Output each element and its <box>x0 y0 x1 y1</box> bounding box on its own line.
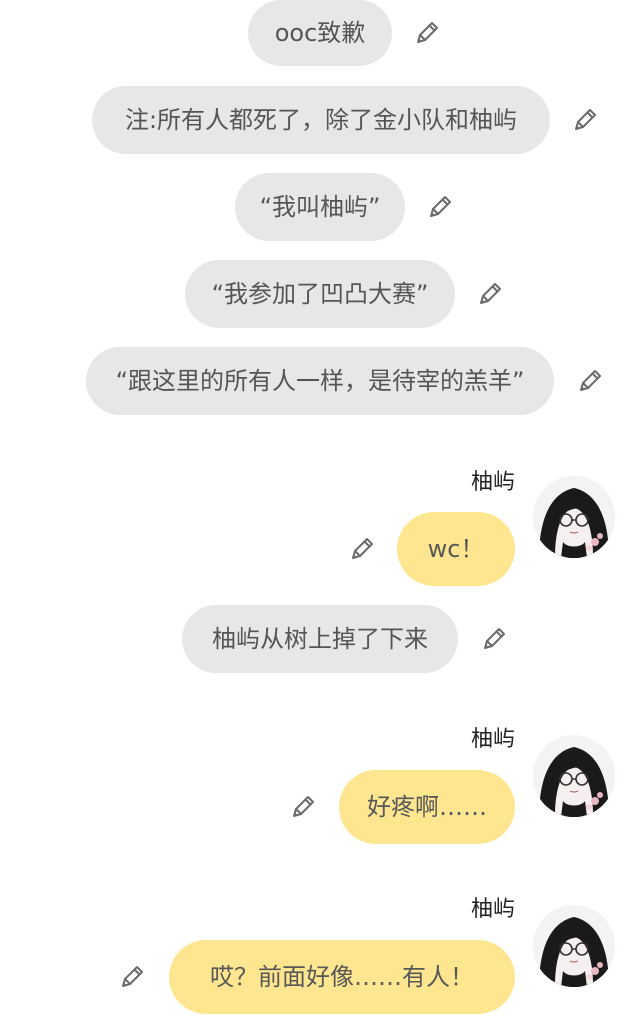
narration-bubble: “我叫柚屿” <box>235 173 405 241</box>
character-avatar[interactable] <box>533 735 615 817</box>
pencil-icon[interactable] <box>571 106 599 134</box>
pencil-icon[interactable] <box>426 193 454 221</box>
pencil-icon[interactable] <box>348 535 376 563</box>
narration-bubble: 柚屿从树上掉了下来 <box>182 605 458 673</box>
character-avatar[interactable] <box>533 476 615 558</box>
pencil-icon[interactable] <box>480 625 508 653</box>
narration-bubble: “跟这里的所有人一样，是待宰的羔羊” <box>86 347 554 415</box>
pencil-icon[interactable] <box>476 280 504 308</box>
speaker-name: 柚屿 <box>470 470 515 495</box>
narration-bubble: “我参加了凹凸大赛” <box>185 260 455 328</box>
speaker-name: 柚屿 <box>470 897 515 922</box>
pencil-icon[interactable] <box>413 19 441 47</box>
pencil-icon[interactable] <box>289 793 317 821</box>
narration-bubble: 注:所有人都死了，除了金小队和柚屿 <box>92 86 550 154</box>
speech-bubble: wc！ <box>397 512 515 586</box>
narration-bubble: ooc致歉 <box>248 0 392 66</box>
pencil-icon[interactable] <box>576 367 604 395</box>
character-avatar[interactable] <box>533 905 615 987</box>
speech-bubble: 好疼啊…… <box>339 770 515 844</box>
speaker-name: 柚屿 <box>470 727 515 752</box>
pencil-icon[interactable] <box>118 963 146 991</box>
speech-bubble: 哎？前面好像……有人！ <box>169 940 515 1014</box>
